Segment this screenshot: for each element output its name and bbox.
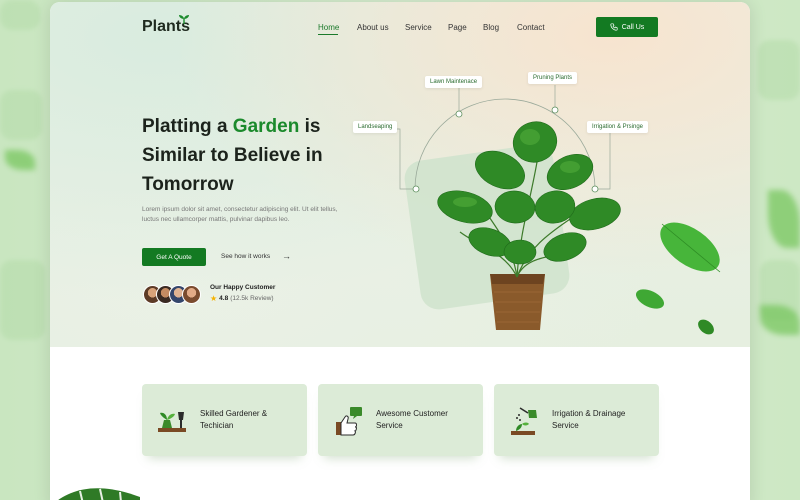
plant-illustration bbox=[380, 85, 721, 335]
watering-can-icon bbox=[511, 407, 537, 435]
gardener-tools-icon bbox=[158, 412, 186, 432]
service-card-customer[interactable]: Awesome Customer Service bbox=[318, 384, 483, 456]
background-leaf-left bbox=[5, 150, 35, 170]
background-panel-left-3 bbox=[0, 260, 45, 340]
landing-page-card: Plants Home About us Service Page Blog C… bbox=[50, 2, 750, 500]
service-card-gardener[interactable]: Skilled Gardener & Techician bbox=[142, 384, 307, 456]
tag-irrigation: Irrigation & Prsinge bbox=[587, 121, 649, 133]
tag-lawn-maintenance: Lawn Maintenace bbox=[425, 76, 483, 88]
background-panel-right-1 bbox=[758, 40, 800, 100]
service-title: Awesome Customer Service bbox=[376, 409, 448, 430]
background-panel-left-2 bbox=[0, 90, 42, 140]
tag-landscaping: Landseaping bbox=[353, 121, 398, 133]
decorative-monstera-leaf-icon bbox=[58, 488, 140, 500]
service-title: Irrigation & Drainage Service bbox=[552, 409, 626, 430]
service-card-irrigation[interactable]: Irrigation & Drainage Service bbox=[494, 384, 659, 456]
tag-pruning-plants: Pruning Plants bbox=[528, 72, 578, 84]
background-leaf-right-top bbox=[768, 190, 800, 248]
service-title: Skilled Gardener & Techician bbox=[200, 409, 268, 430]
background-panel-left-1 bbox=[0, 0, 40, 30]
thumbs-up-icon bbox=[336, 407, 362, 436]
